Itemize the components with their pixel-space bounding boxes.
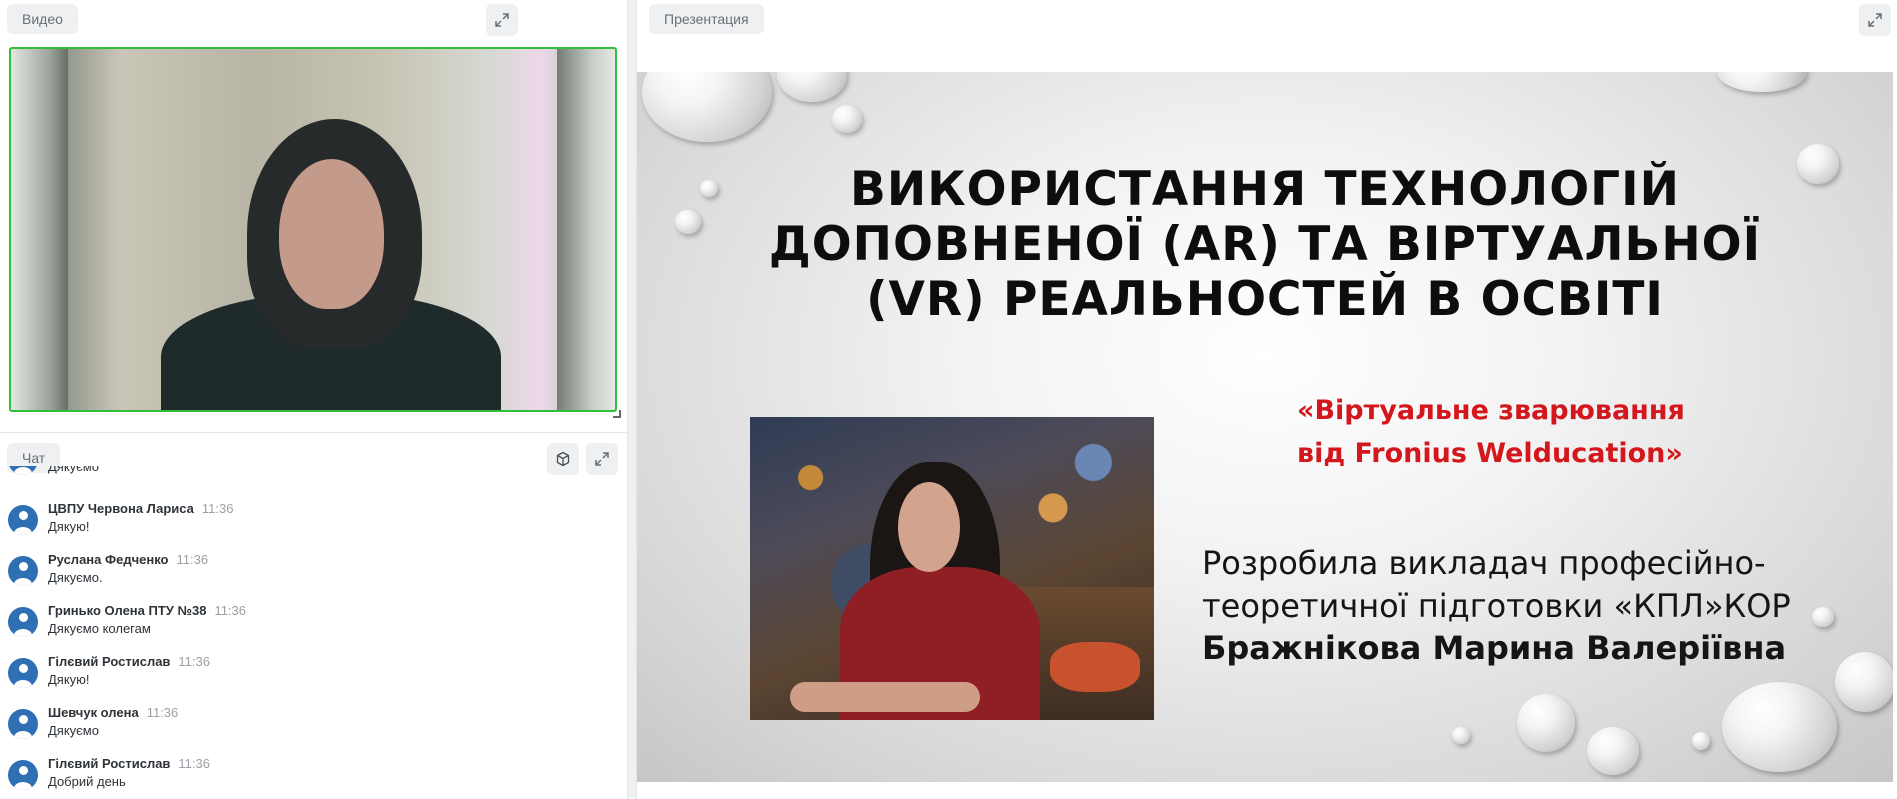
slide-author-name: Бражнікова Марина Валеріївна	[1202, 629, 1787, 667]
author-photo	[750, 417, 1154, 720]
water-drop-decoration	[1722, 682, 1837, 772]
chat-message-author: Гілєвий Ростислав 11:36	[48, 654, 210, 669]
video-stream[interactable]	[9, 47, 617, 412]
slide-title-line: (VR) РЕАЛЬНОСТЕЙ В ОСВІТІ	[866, 272, 1664, 327]
chat-message-author: Гринько Олена ПТУ №38 11:36	[48, 603, 247, 618]
chat-message-author: Гілєвий Ростислав 11:36	[48, 756, 210, 771]
chat-message-time: 11:36	[146, 705, 179, 720]
chat-message: Руслана Федченко 11:36 Дякуємо.	[0, 547, 627, 595]
water-drop-decoration	[777, 72, 847, 102]
expand-icon	[495, 13, 509, 27]
video-edge-left	[11, 49, 68, 410]
chat-message-time: 11:36	[201, 501, 234, 516]
slide-subtitle: «Віртуальне зварювання від Fronius Weldu…	[1297, 389, 1797, 475]
video-resize-handle[interactable]	[613, 410, 621, 418]
water-drop-decoration	[642, 72, 772, 142]
slide-title-line: ДОПОВНЕНОЇ (AR) ТА ВІРТУАЛЬНОЇ	[768, 217, 1762, 272]
presentation-expand-button[interactable]	[1859, 4, 1891, 36]
video-panel-title: Видео	[7, 4, 78, 34]
expand-icon	[595, 452, 609, 466]
video-edge-right	[557, 49, 615, 410]
water-drop-decoration	[1587, 727, 1639, 775]
water-drop-decoration	[832, 105, 862, 133]
chat-message: ЦВПУ Червона Лариса 11:36 Дякую!	[0, 496, 627, 544]
slide-title-line: ВИКОРИСТАННЯ ТЕХНОЛОГІЙ	[850, 162, 1680, 217]
chat-message-time: 11:36	[214, 603, 247, 618]
presentation-panel-title: Презентация	[649, 4, 764, 34]
chat-message-text: Дякуємо.	[48, 570, 103, 585]
presentation-slide: ВИКОРИСТАННЯ ТЕХНОЛОГІЙ ДОПОВНЕНОЇ (AR) …	[637, 72, 1893, 782]
chat-message-time: 11:36	[178, 654, 210, 669]
water-drop-decoration	[1452, 727, 1470, 744]
chat-message-text: Дякуємо	[48, 723, 99, 738]
chat-message: Шевчук олена 11:36 Дякуємо	[0, 700, 627, 748]
column-splitter[interactable]	[627, 0, 637, 799]
left-column: Видео Чат Дякуємо ЦВПУ Червона Лариса 11…	[0, 0, 627, 799]
slide-author-info: Розробила викладач професійно- теоретичн…	[1202, 542, 1893, 628]
presentation-panel: Презентация ВИКОРИСТАННЯ ТЕХНОЛОГІЙ ДОПО…	[637, 0, 1897, 799]
slide-title: ВИКОРИСТАННЯ ТЕХНОЛОГІЙ ДОПОВНЕНОЇ (AR) …	[637, 162, 1893, 327]
user-avatar-icon	[8, 709, 38, 739]
chat-message-author: Руслана Федченко 11:36	[48, 552, 209, 567]
conference-app: Видео Чат Дякуємо ЦВПУ Червона Лариса 11…	[0, 0, 1897, 799]
chat-message-text: Дякую!	[48, 672, 90, 687]
chat-message: Гринько Олена ПТУ №38 11:36 Дякуємо колег…	[0, 598, 627, 646]
chat-message-text: Добрий день	[48, 774, 126, 789]
water-drop-decoration	[1692, 732, 1710, 750]
slide-subtitle-line: «Віртуальне зварювання	[1297, 395, 1685, 426]
water-drop-decoration	[1517, 694, 1575, 752]
chat-message-text: Дякуємо	[48, 466, 99, 474]
chat-message-time: 11:36	[178, 756, 210, 771]
video-expand-button[interactable]	[486, 4, 518, 36]
slide-author-line: Розробила викладач професійно-	[1202, 544, 1766, 582]
chat-message: Дякуємо	[0, 466, 627, 484]
chat-message: Гілєвий Ростислав 11:36 Добрий день	[0, 751, 627, 799]
user-avatar-icon	[8, 658, 38, 688]
expand-icon	[1868, 13, 1882, 27]
user-avatar-icon	[8, 505, 38, 535]
chat-message-text: Дякуємо колегам	[48, 621, 151, 636]
user-avatar-icon	[8, 760, 38, 790]
slide-author-line: теоретичної підготовки «КПЛ»КОР	[1202, 587, 1791, 625]
chat-message-author: Шевчук олена 11:36	[48, 705, 179, 720]
video-speaker-face	[279, 159, 384, 309]
chat-message-author: ЦВПУ Червона Лариса 11:36	[48, 501, 234, 516]
water-drop-decoration	[1717, 72, 1807, 92]
chat-message-time: 11:36	[176, 552, 209, 567]
chat-message-text: Дякую!	[48, 519, 90, 534]
user-avatar-icon	[8, 556, 38, 586]
chat-message-list[interactable]: Дякуємо ЦВПУ Червона Лариса 11:36 Дякую! …	[0, 466, 627, 799]
slide-subtitle-line: від Fronius Welducation»	[1297, 438, 1683, 469]
chat-message: Гілєвий Ростислав 11:36 Дякую!	[0, 649, 627, 697]
divider	[0, 432, 627, 433]
user-avatar-icon	[8, 466, 38, 475]
cube-icon	[556, 451, 570, 467]
user-avatar-icon	[8, 607, 38, 637]
